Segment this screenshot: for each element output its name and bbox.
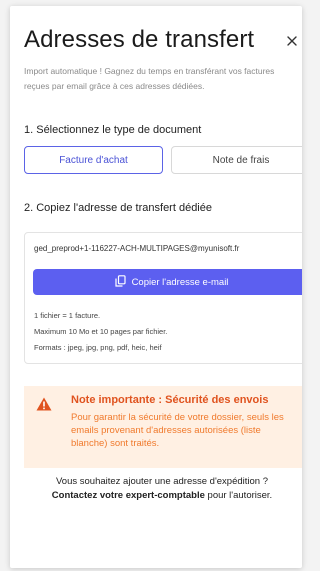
copy-email-button-label: Copier l'adresse e-mail — [131, 276, 229, 288]
copy-icon — [114, 274, 126, 290]
footer-note: Vous souhaitez ajouter une adresse d'exp… — [24, 475, 300, 503]
footer-question: Vous souhaitez ajouter une adresse d'exp… — [55, 476, 269, 487]
panel-title: Adresses de transfert — [24, 26, 255, 53]
footer-line2: Contactez votre expert-comptable pour l'… — [24, 489, 300, 503]
info-line-1: 1 fichier = 1 facture. — [34, 311, 101, 320]
contact-accountant-link[interactable]: Contactez votre expert-comptable — [52, 490, 205, 501]
alert-body: Pour garantir la sécurité de votre dossi… — [71, 412, 284, 449]
step2-label: 2. Copiez l'adresse de transfert dédiée — [24, 202, 212, 214]
alert-title: Note importante : Sécurité des envois — [71, 394, 269, 406]
transfer-addresses-panel: Adresses de transfert Import automatique… — [10, 6, 302, 568]
option-note-de-frais[interactable]: Note de frais — [171, 146, 302, 174]
step1-label: 1. Sélectionnez le type de document — [24, 124, 202, 136]
option-facture-achat[interactable]: Facture d'achat — [24, 146, 163, 174]
warning-icon — [36, 397, 52, 416]
close-icon[interactable] — [286, 34, 298, 46]
copy-email-button[interactable]: Copier l'adresse e-mail — [33, 269, 302, 295]
info-line-3: Formats : jpeg, jpg, png, pdf, heic, hei… — [34, 343, 162, 352]
transfer-email-address: ged_preprod+1-116227-ACH-MULTIPAGES@myun… — [34, 244, 240, 253]
security-alert: Note importante : Sécurité des envois Po… — [24, 386, 302, 468]
transfer-address-box: ged_preprod+1-116227-ACH-MULTIPAGES@myun… — [24, 232, 302, 364]
panel-subtitle: Import automatique ! Gagnez du temps en … — [24, 66, 275, 91]
info-line-2: Maximum 10 Mo et 10 pages par fichier. — [34, 327, 168, 336]
footer-suffix: pour l'autoriser. — [204, 490, 273, 501]
